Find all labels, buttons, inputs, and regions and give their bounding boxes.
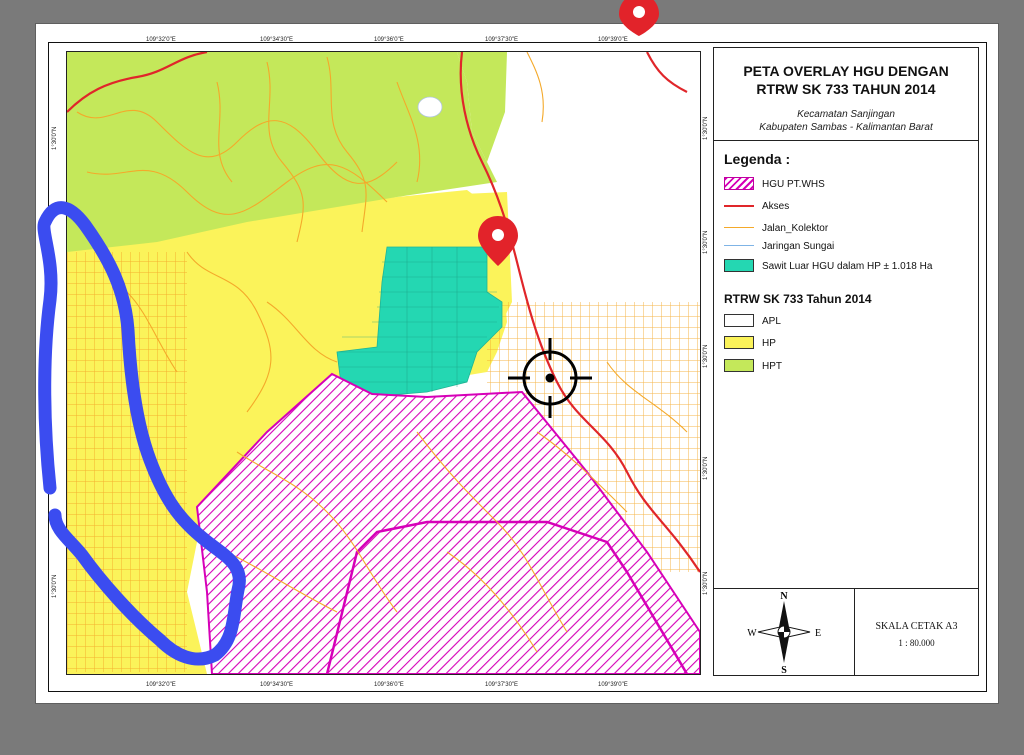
sungai-line-symbol xyxy=(724,245,754,246)
left-tick-2: 1°30'0"N xyxy=(52,574,58,598)
scale-box: SKALA CETAK A3 1 : 80.000 xyxy=(855,589,978,675)
legend-label-hpt: HPT xyxy=(762,360,782,372)
top-tick-1: 109°32'0"E xyxy=(146,37,176,43)
legend-item-akses: Akses xyxy=(724,198,789,214)
legend-label-hgu: HGU PT.WHS xyxy=(762,178,825,190)
subtitle-kabupaten: Kabupaten Sambas - Kalimantan Barat xyxy=(759,122,933,133)
right-tick-3: 1°30'0"N xyxy=(703,344,709,368)
map-subtitle: Kecamatan Sanjingan Kabupaten Sambas - K… xyxy=(714,108,978,134)
hpt-swatch xyxy=(724,359,754,372)
compass-icon: N S W E xyxy=(747,591,821,676)
legend-item-hp: HP xyxy=(724,335,776,351)
legend-item-hgu: HGU PT.WHS xyxy=(724,176,825,192)
top-tick-5: 109°39'0"E xyxy=(598,37,628,43)
right-tick-4: 1°30'0"N xyxy=(703,456,709,480)
compass-w: W xyxy=(747,628,757,639)
map-title-line1: PETA OVERLAY HGU DENGAN xyxy=(743,63,949,79)
legend-item-sungai: Jaringan Sungai xyxy=(724,238,834,254)
map-title-line2: RTRW SK 733 TAHUN 2014 xyxy=(756,81,936,97)
compass-s: S xyxy=(781,665,787,675)
left-tick-1: 1°30'0"N xyxy=(52,126,58,150)
top-tick-2: 109°34'30"E xyxy=(260,37,294,43)
legend-item-hpt: HPT xyxy=(724,358,782,374)
bottom-tick-3: 109°36'0"E xyxy=(374,682,404,688)
legend-title: Legenda : xyxy=(724,151,791,167)
apl-swatch xyxy=(724,314,754,327)
legend-item-apl: APL xyxy=(724,313,781,329)
sawit-swatch xyxy=(724,259,754,272)
top-tick-4: 109°37'30"E xyxy=(485,37,519,43)
legend-label-akses: Akses xyxy=(762,200,790,212)
legend-panel: PETA OVERLAY HGU DENGAN RTRW SK 733 TAHU… xyxy=(713,47,979,676)
right-tick-5: 1°30'0"N xyxy=(703,571,709,595)
hgu-hatch-swatch xyxy=(724,177,754,190)
legend-divider xyxy=(714,140,978,141)
legend-label-sawit: Sawit Luar HGU dalam HP ± 1.018 Ha xyxy=(762,260,933,272)
right-tick-1: 1°30'0"N xyxy=(703,116,709,140)
legend-label-apl: APL xyxy=(762,315,781,327)
bottom-tick-1: 109°32'0"E xyxy=(146,682,176,688)
subtitle-kecamatan: Kecamatan Sanjingan xyxy=(797,109,895,120)
right-tick-2: 1°30'0"N xyxy=(703,230,709,254)
legend-item-kolektor: Jalan_Kolektor xyxy=(724,220,828,236)
compass-rose: N S W E xyxy=(714,589,855,676)
legend-label-kolektor: Jalan_Kolektor xyxy=(762,222,829,234)
hp-swatch xyxy=(724,336,754,349)
map-title: PETA OVERLAY HGU DENGAN RTRW SK 733 TAHU… xyxy=(714,62,978,98)
map-layers xyxy=(67,52,700,674)
top-tick-3: 109°36'0"E xyxy=(374,37,404,43)
bottom-tick-5: 109°39'0"E xyxy=(598,682,628,688)
bottom-tick-2: 109°34'30"E xyxy=(260,682,294,688)
rtrw-title: RTRW SK 733 Tahun 2014 xyxy=(724,292,872,306)
bottom-tick-4: 109°37'30"E xyxy=(485,682,519,688)
legend-label-hp: HP xyxy=(762,337,776,349)
compass-e: E xyxy=(815,628,821,639)
scale-label: SKALA CETAK A3 xyxy=(875,621,958,632)
map-canvas[interactable] xyxy=(66,51,701,675)
legend-label-sungai: Jaringan Sungai xyxy=(762,240,835,252)
legend-item-sawit: Sawit Luar HGU dalam HP ± 1.018 Ha xyxy=(724,258,932,274)
western-road-grid xyxy=(67,252,187,672)
scale-value: 1 : 80.000 xyxy=(898,638,935,648)
legend-footer: N S W E SKALA CETAK A3 1 : 80.000 xyxy=(714,588,978,676)
compass-n: N xyxy=(780,591,788,602)
akses-line-symbol xyxy=(724,205,754,207)
kolektor-line-symbol xyxy=(724,227,754,228)
lake xyxy=(417,96,443,118)
